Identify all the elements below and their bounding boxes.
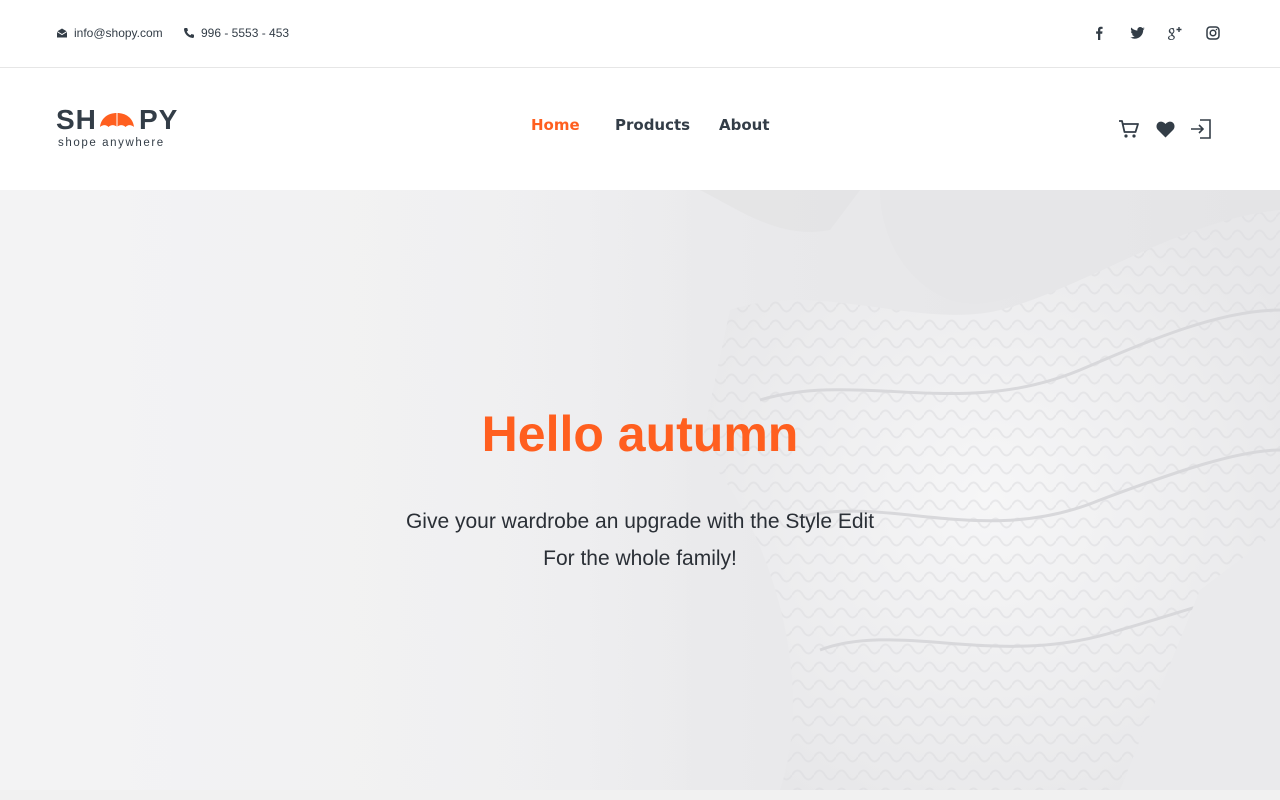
google-plus-icon[interactable] [1164, 22, 1186, 44]
brand-logo[interactable]: SH PY shope anywhere [56, 103, 181, 153]
main-header: SH PY shope anywhere Home Products About [0, 69, 1280, 190]
heart-icon[interactable] [1153, 117, 1177, 141]
phone-link[interactable]: 996 - 5553 - 453 [183, 24, 289, 42]
envelope-icon [56, 27, 68, 39]
email-text: info@shopy.com [74, 26, 163, 40]
login-icon[interactable] [1188, 117, 1212, 141]
top-bar: info@shopy.com 996 - 5553 - 453 [0, 0, 1280, 68]
hero-banner: Hello autumn Give your wardrobe an upgra… [0, 190, 1280, 790]
logo-text-left: SH [56, 104, 97, 135]
umbrella-icon [99, 112, 135, 133]
hero-background-image [0, 190, 1280, 790]
phone-icon [183, 27, 195, 39]
hero-title: Hello autumn [481, 406, 799, 462]
email-link[interactable]: info@shopy.com [56, 24, 163, 42]
nav-about[interactable]: About [719, 116, 770, 136]
logo-text-right: PY [139, 104, 179, 135]
hero-subtitle-line-2: For the whole family! [543, 547, 737, 570]
logo-tagline: shope anywhere [58, 137, 165, 149]
nav-home[interactable]: Home [531, 116, 580, 136]
phone-text: 996 - 5553 - 453 [201, 26, 290, 40]
section-divider [0, 790, 1280, 800]
cart-icon[interactable] [1117, 117, 1141, 141]
facebook-icon[interactable] [1088, 22, 1110, 44]
nav-products[interactable]: Products [615, 116, 690, 136]
instagram-icon[interactable] [1202, 22, 1224, 44]
hero-subtitle-line-1: Give your wardrobe an upgrade with the S… [405, 510, 875, 533]
twitter-icon[interactable] [1126, 22, 1148, 44]
